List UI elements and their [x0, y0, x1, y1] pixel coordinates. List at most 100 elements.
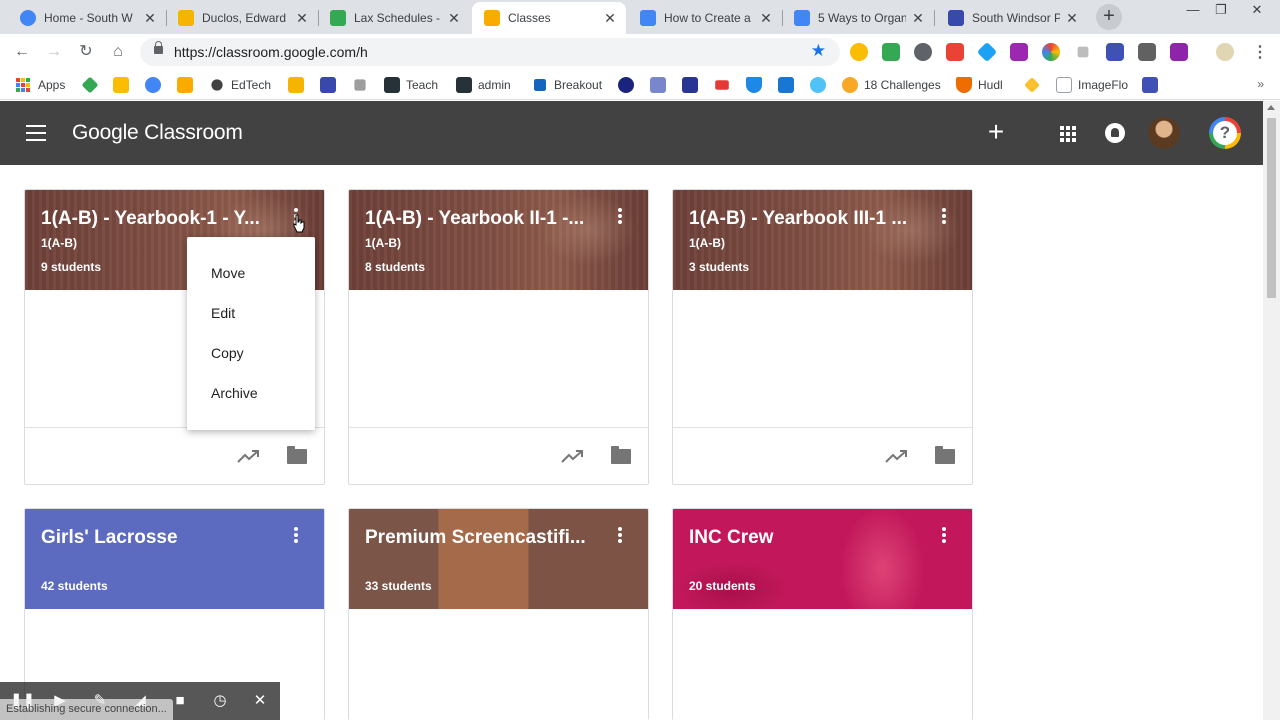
bookmark-item[interactable]	[746, 76, 768, 94]
bookmark-item[interactable]	[81, 76, 104, 94]
class-name[interactable]: Girls' Lacrosse	[41, 527, 273, 549]
bookmark-item[interactable]	[714, 76, 736, 94]
class-card[interactable]: 1(A-B) - Yearbook II-1 -... 1(A-B) 8 stu…	[348, 189, 649, 485]
class-name[interactable]: Premium Screencastifi...	[365, 527, 597, 549]
bookmark-admin[interactable]: admin	[456, 76, 511, 94]
reload-icon[interactable]: ↻	[74, 40, 98, 64]
class-name[interactable]: 1(A-B) - Yearbook III-1 ...	[689, 208, 921, 230]
more-options-icon[interactable]	[291, 527, 301, 547]
close-icon[interactable]: ✕	[758, 10, 774, 27]
profile-icon[interactable]	[1216, 43, 1234, 61]
bookmark-item[interactable]	[618, 76, 640, 94]
folder-icon[interactable]	[935, 446, 955, 464]
forward-icon[interactable]: →	[42, 40, 66, 64]
close-icon[interactable]: ✕	[910, 10, 926, 27]
extension-icon[interactable]	[1138, 43, 1156, 61]
card-banner[interactable]	[673, 509, 972, 609]
close-icon[interactable]: ✕	[446, 10, 462, 27]
add-class-icon[interactable]: +	[984, 117, 1008, 147]
bookmarks-overflow-icon[interactable]: »	[1257, 77, 1264, 91]
more-options-icon[interactable]	[615, 527, 625, 547]
help-icon[interactable]: ?	[1209, 117, 1241, 149]
main-menu-icon[interactable]	[26, 125, 46, 141]
more-options-icon[interactable]	[939, 208, 949, 228]
bookmark-item[interactable]	[113, 76, 135, 94]
bookmark-item[interactable]	[1024, 76, 1046, 94]
tab-5-ways[interactable]: 5 Ways to Organ ✕	[782, 2, 934, 34]
extension-icon[interactable]	[946, 43, 964, 61]
bookmark-18-challenges[interactable]: 18 Challenges	[842, 76, 941, 94]
extension-icon[interactable]	[1077, 46, 1089, 58]
bookmark-edtech[interactable]: EdTech	[209, 76, 271, 94]
close-icon[interactable]: ✕	[602, 10, 618, 27]
tab-duclos[interactable]: Duclos, Edward - ✕	[166, 2, 318, 34]
more-options-icon[interactable]	[939, 527, 949, 547]
extension-icon[interactable]	[1106, 43, 1124, 61]
bookmark-apps[interactable]: Apps	[16, 76, 65, 94]
trending-icon[interactable]	[561, 448, 585, 464]
app-title[interactable]: Google Classroom	[72, 121, 243, 145]
address-bar[interactable]: https://classroom.google.com/h ★	[140, 38, 840, 66]
url-text[interactable]: https://classroom.google.com/h	[174, 44, 368, 60]
back-icon[interactable]: ←	[10, 40, 34, 64]
bookmark-breakout[interactable]: Breakout	[532, 76, 602, 94]
menu-item-copy[interactable]: Copy	[187, 333, 315, 373]
bookmark-item[interactable]	[288, 76, 310, 94]
extension-icon[interactable]	[976, 41, 998, 63]
chrome-menu-icon[interactable]: ⋮	[1252, 42, 1268, 62]
trending-icon[interactable]	[885, 448, 909, 464]
bookmark-item[interactable]	[810, 76, 832, 94]
timer-icon[interactable]: ◷	[210, 692, 230, 710]
tab-south-windsor[interactable]: South Windsor P ✕	[936, 2, 1088, 34]
camera-icon[interactable]: ■	[170, 692, 190, 710]
extension-icon[interactable]	[1170, 43, 1188, 61]
bookmark-item[interactable]	[352, 76, 374, 94]
bookmark-item[interactable]	[145, 76, 167, 94]
home-icon[interactable]: ⌂	[106, 40, 130, 64]
class-name[interactable]: 1(A-B) - Yearbook II-1 -...	[365, 208, 597, 230]
folder-icon[interactable]	[287, 446, 307, 464]
close-icon[interactable]: ✕	[142, 10, 158, 27]
menu-item-archive[interactable]: Archive	[187, 373, 315, 413]
new-tab-button[interactable]: +	[1096, 4, 1122, 30]
bookmark-teach[interactable]: Teach	[384, 76, 438, 94]
bookmark-item[interactable]	[650, 76, 672, 94]
bookmark-item[interactable]	[177, 76, 199, 94]
avatar[interactable]	[1148, 117, 1180, 149]
close-icon[interactable]: ✕	[1064, 10, 1080, 27]
close-icon[interactable]: ✕	[250, 692, 270, 710]
class-card[interactable]: INC Crew 20 students	[672, 508, 973, 720]
tab-classes[interactable]: Classes ✕	[472, 2, 626, 34]
bookmark-item[interactable]	[778, 76, 800, 94]
tab-lax-schedules[interactable]: Lax Schedules - ✕	[318, 2, 470, 34]
class-card[interactable]: 1(A-B) - Yearbook III-1 ... 1(A-B) 3 stu…	[672, 189, 973, 485]
bookmark-item[interactable]	[1142, 76, 1164, 94]
card-banner[interactable]	[349, 509, 648, 609]
class-name[interactable]: INC Crew	[689, 527, 921, 549]
scroll-up-arrow[interactable]	[1267, 105, 1275, 110]
power-icon[interactable]	[914, 43, 932, 61]
bookmark-item[interactable]	[320, 76, 342, 94]
page-scrollbar[interactable]	[1263, 101, 1280, 720]
folder-icon[interactable]	[611, 446, 631, 464]
menu-item-edit[interactable]: Edit	[187, 293, 315, 333]
more-options-icon[interactable]	[615, 208, 625, 228]
close-icon[interactable]: ✕	[294, 10, 310, 27]
card-banner[interactable]	[25, 509, 324, 609]
google-apps-icon[interactable]	[1060, 126, 1076, 142]
bookmark-hudl[interactable]: Hudl	[956, 76, 1003, 94]
bookmark-star-icon[interactable]: ★	[811, 41, 826, 61]
bookmark-imageflo[interactable]: ImageFlo	[1056, 76, 1128, 94]
bookmark-item[interactable]	[682, 76, 704, 94]
tab-home-south[interactable]: Home - South W ✕	[8, 2, 166, 34]
maximize-icon[interactable]: ❐	[1204, 0, 1238, 22]
extension-icon[interactable]	[1010, 43, 1028, 61]
class-card[interactable]: Premium Screencastifi... 33 students	[348, 508, 649, 720]
extension-icon[interactable]	[850, 43, 868, 61]
extension-icon[interactable]	[882, 43, 900, 61]
extension-icon[interactable]	[1042, 43, 1060, 61]
menu-item-move[interactable]: Move	[187, 253, 315, 293]
class-name[interactable]: 1(A-B) - Yearbook-1 - Y...	[41, 208, 273, 230]
trending-icon[interactable]	[237, 448, 261, 464]
close-window-icon[interactable]: ✕	[1240, 0, 1274, 22]
